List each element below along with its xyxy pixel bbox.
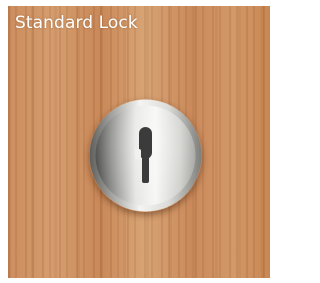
lock-title: Standard Lock (15, 13, 138, 33)
lock-cylinder-graphic (89, 99, 202, 212)
standard-lock-card[interactable]: Standard Lock (8, 6, 270, 278)
lock-cylinder[interactable] (89, 99, 202, 212)
